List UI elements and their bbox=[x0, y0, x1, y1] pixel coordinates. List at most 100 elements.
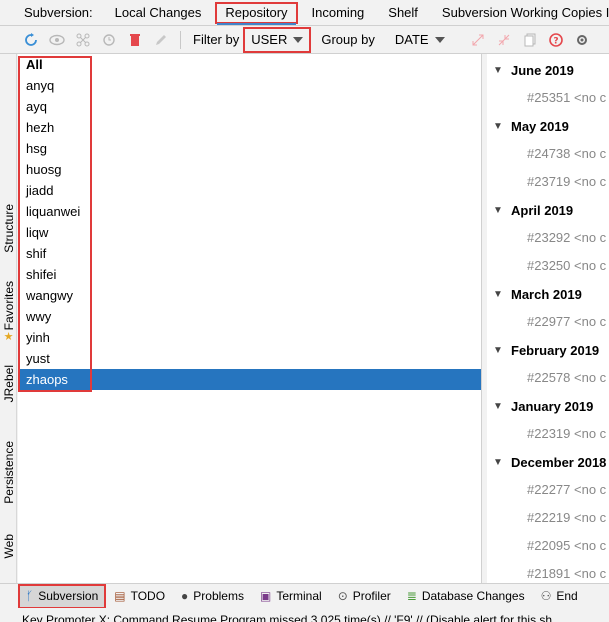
filter-by-value: USER bbox=[251, 32, 288, 47]
date-group-label: June 2019 bbox=[511, 62, 574, 78]
user-item[interactable]: wangwy bbox=[18, 285, 481, 306]
revision-item[interactable]: #22095 <no c bbox=[487, 532, 609, 560]
delete-icon[interactable] bbox=[122, 26, 148, 53]
settings-icon[interactable] bbox=[569, 26, 595, 53]
tool-tab-jrebel-label: JRebel bbox=[1, 365, 16, 403]
tool-window-profiler[interactable]: ⊙ Profiler bbox=[330, 584, 399, 608]
user-item[interactable]: yinh bbox=[18, 327, 481, 348]
date-group-label: April 2019 bbox=[511, 202, 574, 218]
user-item[interactable]: zhaops bbox=[18, 369, 481, 390]
revision-item[interactable]: #22578 <no c bbox=[487, 364, 609, 392]
subversion-icon: ᚶ bbox=[26, 589, 34, 603]
revision-comment: <no c bbox=[574, 146, 607, 161]
revision-item[interactable]: #22277 <no c bbox=[487, 476, 609, 504]
user-item[interactable]: wwy bbox=[18, 306, 481, 327]
revision-comment: <no c bbox=[574, 426, 607, 441]
group-by-select[interactable]: DATE bbox=[389, 29, 451, 51]
revision-item[interactable]: #22977 <no c bbox=[487, 308, 609, 336]
tool-tab-structure[interactable]: Structure bbox=[0, 192, 17, 264]
revision-item[interactable]: #23250 <no c bbox=[487, 252, 609, 280]
chevron-down-icon[interactable]: ▼ bbox=[493, 121, 511, 132]
tool-tab-web[interactable]: Web bbox=[0, 528, 17, 564]
todo-icon: ▤ bbox=[114, 589, 126, 603]
tab-local-changes[interactable]: Local Changes bbox=[103, 0, 214, 25]
revision-number: #23719 bbox=[527, 174, 571, 189]
tab-working-copies[interactable]: Subversion Working Copies In bbox=[430, 0, 609, 25]
revision-comment: <no c bbox=[574, 258, 607, 273]
repository-toolbar: Filter by USER Group by DATE ? bbox=[0, 26, 609, 54]
date-group-label: May 2019 bbox=[511, 118, 569, 134]
revision-item[interactable]: #23292 <no c bbox=[487, 224, 609, 252]
tool-window-subversion[interactable]: ᚶ Subversion bbox=[18, 584, 107, 608]
date-group[interactable]: ▼ April 2019 bbox=[487, 196, 609, 224]
user-item[interactable]: liqw bbox=[18, 222, 481, 243]
user-item[interactable]: anyq bbox=[18, 75, 481, 96]
chevron-down-icon[interactable]: ▼ bbox=[493, 289, 511, 300]
edit-icon[interactable] bbox=[148, 26, 174, 53]
terminal-icon: ▣ bbox=[259, 589, 272, 603]
revision-item[interactable]: #21891 <no c bbox=[487, 560, 609, 583]
tool-window-terminal-label: Terminal bbox=[276, 589, 322, 603]
date-group[interactable]: ▼ February 2019 bbox=[487, 336, 609, 364]
tool-window-endpoints-label: End bbox=[556, 589, 578, 603]
tool-window-todo[interactable]: ▤ TODO bbox=[106, 584, 173, 608]
svg-text:?: ? bbox=[553, 36, 558, 46]
user-item[interactable]: ayq bbox=[18, 96, 481, 117]
revision-item[interactable]: #23719 <no c bbox=[487, 168, 609, 196]
chevron-down-icon[interactable]: ▼ bbox=[493, 401, 511, 412]
filter-by-label: Filter by bbox=[193, 32, 240, 47]
graph-icon[interactable] bbox=[70, 26, 96, 53]
chevron-down-icon bbox=[293, 36, 304, 43]
subversion-tabbar: Subversion: Local Changes Repository Inc… bbox=[0, 0, 609, 26]
revision-item[interactable]: #22319 <no c bbox=[487, 420, 609, 448]
tab-shelf[interactable]: Shelf bbox=[376, 0, 430, 25]
user-item[interactable]: yust bbox=[18, 348, 481, 369]
help-icon[interactable]: ? bbox=[543, 26, 569, 53]
revision-item[interactable]: #22219 <no c bbox=[487, 504, 609, 532]
copy-icon[interactable] bbox=[517, 26, 543, 53]
tab-incoming[interactable]: Incoming bbox=[300, 0, 377, 25]
collapse-icon[interactable] bbox=[491, 26, 517, 53]
expand-icon[interactable] bbox=[465, 26, 491, 53]
user-item[interactable]: shifei bbox=[18, 264, 481, 285]
profiler-icon: ⊙ bbox=[337, 589, 348, 603]
chevron-down-icon[interactable]: ▼ bbox=[493, 457, 511, 468]
revision-item[interactable]: #25351 <no c bbox=[487, 84, 609, 112]
tool-tab-jrebel[interactable]: JRebel bbox=[0, 359, 17, 409]
tool-window-problems[interactable]: ● Problems bbox=[173, 584, 252, 608]
revision-comment: <no c bbox=[574, 90, 607, 105]
eye-icon[interactable] bbox=[44, 26, 70, 53]
tool-window-terminal[interactable]: ▣ Terminal bbox=[252, 584, 330, 608]
date-group[interactable]: ▼ June 2019 bbox=[487, 56, 609, 84]
date-group-label: January 2019 bbox=[511, 398, 594, 414]
date-group[interactable]: ▼ May 2019 bbox=[487, 112, 609, 140]
user-item[interactable]: huosg bbox=[18, 159, 481, 180]
user-item[interactable]: liquanwei bbox=[18, 201, 481, 222]
tool-window-database-changes[interactable]: ≣ Database Changes bbox=[399, 584, 533, 608]
date-tree: ▼ June 2019 #25351 <no c ▼ May 2019 #24738 <n… bbox=[487, 54, 609, 583]
user-item[interactable]: hsg bbox=[18, 138, 481, 159]
filter-by-select[interactable]: USER bbox=[243, 26, 312, 53]
chevron-down-icon[interactable]: ▼ bbox=[493, 65, 511, 76]
tool-tab-persistence[interactable]: Persistence bbox=[0, 432, 17, 512]
chevron-down-icon[interactable]: ▼ bbox=[493, 345, 511, 356]
date-group[interactable]: ▼ March 2019 bbox=[487, 280, 609, 308]
date-group[interactable]: ▼ December 2018 bbox=[487, 448, 609, 476]
date-tree-panel: ▼ June 2019 #25351 <no c ▼ May 2019 #24738 <n… bbox=[487, 54, 609, 583]
user-item[interactable]: shif bbox=[18, 243, 481, 264]
revert-icon[interactable] bbox=[96, 26, 122, 53]
date-group-label: February 2019 bbox=[511, 342, 600, 358]
date-group-label: December 2018 bbox=[511, 454, 607, 470]
user-item[interactable]: jiadd bbox=[18, 180, 481, 201]
chevron-down-icon[interactable]: ▼ bbox=[493, 205, 511, 216]
user-item-all[interactable]: All bbox=[18, 54, 481, 75]
tab-repository[interactable]: Repository bbox=[213, 0, 299, 25]
user-list-panel: All anyq ayq hezh hsg huosg jiadd liquanwei liqw… bbox=[18, 54, 481, 583]
date-group[interactable]: ▼ January 2019 bbox=[487, 392, 609, 420]
tool-tab-web-label: Web bbox=[1, 533, 16, 559]
revision-item[interactable]: #24738 <no c bbox=[487, 140, 609, 168]
revision-number: #23292 bbox=[527, 230, 571, 245]
user-item[interactable]: hezh bbox=[18, 117, 481, 138]
tool-window-endpoints[interactable]: ⚇ End bbox=[533, 584, 586, 608]
refresh-icon[interactable] bbox=[18, 26, 44, 53]
